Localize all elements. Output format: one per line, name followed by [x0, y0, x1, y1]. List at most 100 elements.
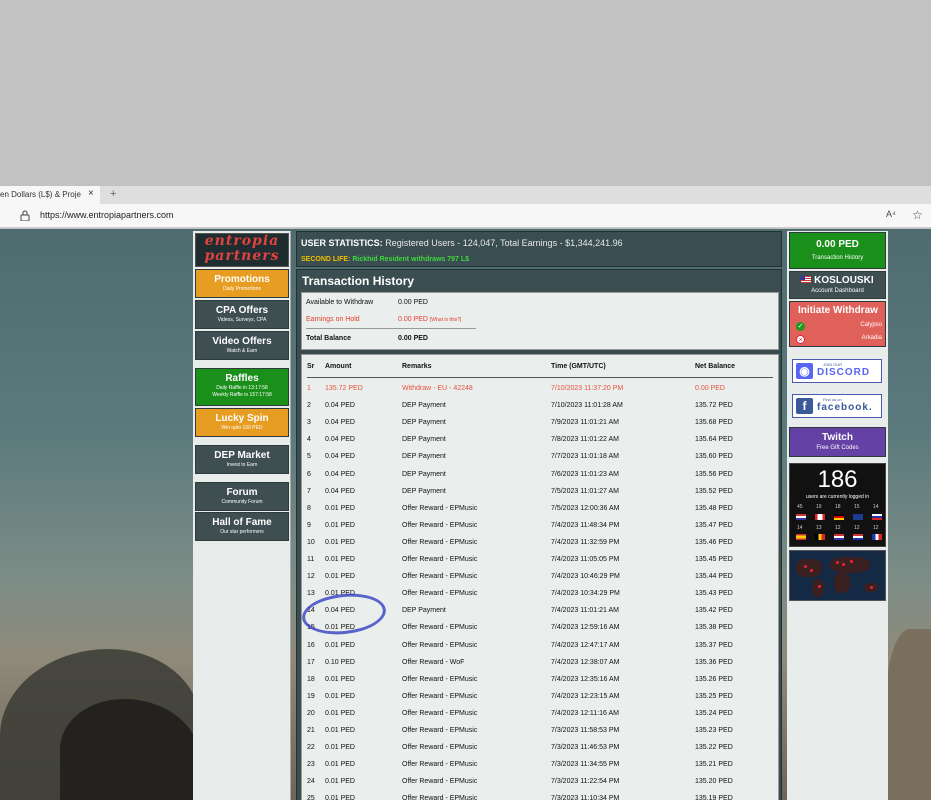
site-logo[interactable]: entropia partners [195, 233, 289, 267]
available-value: 0.00 PED [398, 299, 428, 306]
second-life-label: SECOND LIFE: [301, 256, 351, 263]
row-sr: 23 [307, 761, 315, 769]
map-region [812, 579, 824, 597]
map-region [796, 559, 822, 577]
netherlands-flag-icon [853, 534, 863, 540]
sidebar-item-cpa-offers[interactable]: CPA Offers Videos, Surveys, CPA [195, 300, 289, 329]
sidebar-item-promotions[interactable]: Promotions Daily Promotions [195, 269, 289, 298]
row-remarks: Offer Reward - EPMusic [402, 761, 478, 769]
new-tab-icon[interactable]: + [110, 188, 116, 200]
spain-flag-icon [796, 534, 806, 540]
sidebar-item-label: Video Offers [212, 336, 272, 347]
map-dot [804, 565, 807, 568]
row-remarks: Offer Reward - EPMusic [402, 727, 478, 734]
browser-tab[interactable]: en Dollars (L$) & Proje × [0, 186, 100, 204]
row-time: 7/7/2023 11:01:18 AM [551, 453, 619, 461]
row-net-balance: 135.21 PED [695, 761, 733, 769]
favorite-star-icon[interactable]: ☆ [912, 208, 923, 222]
user-name-row: KOSLOUSKI [790, 274, 885, 287]
transaction-panel: Transaction History Available to Withdra… [296, 269, 782, 800]
row-remarks: DEP Payment [402, 453, 446, 461]
flag-count: 12 [835, 525, 841, 531]
row-sr: 3 [307, 419, 311, 427]
table-row: 10 0.01 PED Offer Reward - EPMusic 7/4/2023… [302, 535, 778, 552]
row-net-balance: 135.46 PED [695, 538, 733, 546]
hold-value-group: 0.00 PED [What is this?] [398, 316, 461, 323]
flag-count: 14 [797, 525, 803, 531]
row-net-balance: 135.38 PED [695, 624, 733, 632]
total-label: Total Balance [306, 335, 351, 342]
available-row: Available to Withdraw 0.00 PED [306, 299, 428, 306]
tab-bar: en Dollars (L$) & Proje × + [0, 186, 931, 204]
sidebar-item-label: DEP Market [214, 450, 270, 461]
daily-raffle-timer: Daily Raffle in 13:17:58 [216, 385, 268, 391]
flag-row [794, 534, 882, 544]
what-is-this-link[interactable]: [What is this?] [430, 317, 461, 323]
stats-label: USER STATISTICS: [301, 238, 383, 248]
row-time: 7/4/2023 12:47:17 AM [551, 641, 620, 649]
balance-summary: Available to Withdraw 0.00 PED Earnings … [301, 292, 779, 350]
row-net-balance: 135.25 PED [695, 692, 733, 700]
row-net-balance: 135.48 PED [695, 504, 733, 512]
table-row: 16 0.01 PED Offer Reward - EPMusic 7/4/2023… [302, 638, 778, 655]
row-remarks: Offer Reward - EPMusic [402, 538, 478, 546]
sidebar-item-raffles[interactable]: Raffles Daily Raffle in 13:17:58 Weekly … [195, 368, 289, 406]
table-row: 19 0.01 PED Offer Reward - EPMusic 7/4/2023… [302, 689, 778, 706]
map-dot [810, 569, 813, 572]
account-dashboard-button[interactable]: KOSLOUSKI Account Dashboard [789, 271, 886, 299]
table-row: 11 0.01 PED Offer Reward - EPMusic 7/4/2023… [302, 552, 778, 569]
column-header-amount: Amount [325, 363, 352, 370]
withdraw-option: Calypso [860, 322, 882, 328]
flag-count: 45 [797, 504, 803, 510]
row-amount: 0.04 PED [325, 419, 355, 427]
row-sr: 21 [307, 727, 315, 734]
online-count: 186 [817, 466, 858, 493]
lock-icon[interactable] [20, 210, 30, 221]
total-value: 0.00 PED [398, 335, 428, 342]
flag-count: 12 [873, 525, 879, 531]
sidebar-item-hall-of-fame[interactable]: Hall of Fame Our star performers [195, 512, 289, 541]
tab-close-icon[interactable]: × [88, 188, 94, 199]
balance-sub: Transaction History [811, 255, 864, 261]
row-remarks: Offer Reward - EPMusic [402, 556, 478, 563]
read-aloud-icon[interactable]: A⁴ [886, 209, 896, 219]
available-label: Available to Withdraw [306, 299, 374, 306]
withdraw-calypso[interactable]: ✓ Calypso [796, 322, 882, 331]
row-amount: 0.01 PED [325, 521, 355, 529]
url-field[interactable]: https://www.entropiapartners.com [40, 210, 174, 220]
balance-button[interactable]: 0.00 PED Transaction History [789, 232, 886, 269]
sidebar-item-sub: Our star performers [220, 529, 264, 535]
withdraw-arkadia[interactable]: × Arkadia [796, 335, 882, 344]
discord-icon: ◉ [796, 363, 813, 379]
row-time: 7/3/2023 11:46:53 PM [551, 744, 620, 752]
facebook-text: facebook. [817, 402, 873, 413]
row-sr: 22 [307, 744, 315, 752]
row-remarks: Offer Reward - EPMusic [402, 744, 478, 752]
row-net-balance: 135.37 PED [695, 641, 733, 649]
flag-count: 13 [816, 525, 822, 531]
hold-row: Earnings on Hold 0.00 PED [What is this?… [306, 316, 461, 323]
row-remarks: Offer Reward - EPMusic [402, 624, 478, 632]
sidebar-item-sub: Watch & Earn [226, 348, 258, 354]
sidebar-item-sub: Videos, Surveys, CPA [217, 317, 267, 323]
row-remarks: Offer Reward - WoF [402, 658, 465, 666]
row-time: 7/4/2023 12:38:07 AM [551, 658, 620, 666]
table-row: 22 0.01 PED Offer Reward - EPMusic 7/3/2023… [302, 740, 778, 757]
row-amount: 0.01 PED [325, 556, 355, 563]
row-sr: 16 [307, 641, 315, 649]
initiate-withdraw-panel: Initiate Withdraw ✓ Calypso × Arkadia [789, 301, 886, 347]
sidebar-item-dep-market[interactable]: DEP Market Invest to Earn [195, 445, 289, 474]
twitch-button[interactable]: Twitch Free Gift Codes [789, 427, 886, 457]
sidebar-item-forum[interactable]: Forum Community Forum [195, 482, 289, 511]
row-sr: 1 [307, 385, 311, 392]
facebook-button[interactable]: f Find us on facebook. [792, 394, 882, 418]
row-sr: 12 [307, 573, 315, 581]
tab-title: en Dollars (L$) & Proje [0, 190, 81, 199]
row-amount: 0.04 PED [325, 470, 355, 478]
sidebar-item-lucky-spin[interactable]: Lucky Spin Win upto 100 PED [195, 408, 289, 437]
us-flag-icon [834, 534, 844, 540]
row-sr: 7 [307, 487, 311, 495]
sidebar-item-video-offers[interactable]: Video Offers Watch & Earn [195, 331, 289, 360]
online-users-widget: 186 users are currently logged in 45 19 … [789, 463, 886, 547]
discord-button[interactable]: ◉ JOIN OUR DISCORD [792, 359, 882, 383]
